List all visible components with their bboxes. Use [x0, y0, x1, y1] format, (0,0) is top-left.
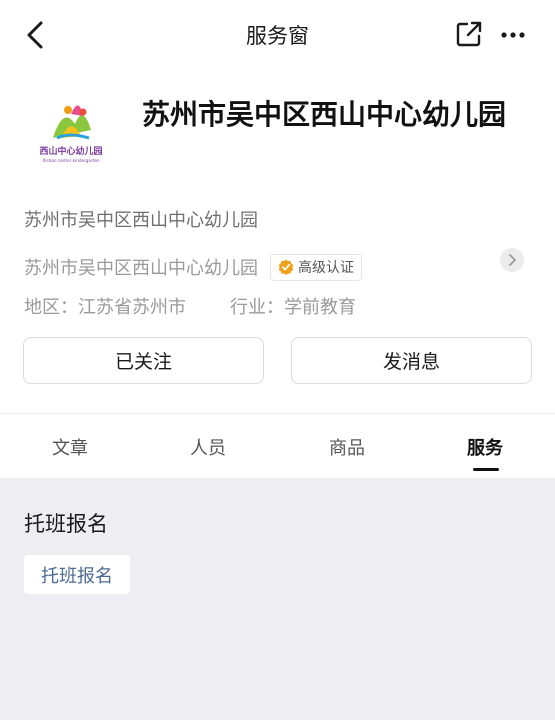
tab-active-indicator	[473, 468, 499, 471]
section-title: 托班报名	[24, 512, 108, 536]
tab-articles[interactable]: 文章	[10, 434, 130, 460]
tab-services-label: 服务	[467, 438, 503, 459]
industry-label: 行业：学前教育	[230, 297, 356, 318]
service-section: 托班报名 托班报名	[0, 478, 555, 720]
logo-text-en: Xishan center kindergarten	[42, 158, 100, 163]
meta-row: 地区：江苏省苏州市 行业：学前教育	[24, 293, 356, 319]
tab-staff[interactable]: 人员	[148, 434, 268, 460]
follow-button[interactable]: 已关注	[23, 337, 264, 384]
cert-row[interactable]: 苏州市吴中区西山中心幼儿园 高级认证	[24, 253, 362, 281]
cert-org-name: 苏州市吴中区西山中心幼儿园	[24, 258, 258, 279]
verified-badge-icon	[278, 259, 294, 275]
logo-text-cn: 西山中心幼儿园	[39, 145, 102, 157]
tab-products[interactable]: 商品	[287, 434, 407, 460]
share-icon[interactable]	[455, 20, 483, 48]
org-subtitle: 苏州市吴中区西山中心幼儿园	[24, 210, 258, 231]
org-name: 苏州市吴中区西山中心幼儿园	[142, 98, 507, 131]
tab-services[interactable]: 服务	[425, 434, 545, 471]
message-button[interactable]: 发消息	[291, 337, 532, 384]
tab-bar: 文章 人员 商品 服务	[0, 414, 555, 478]
cert-badge-label: 高级认证	[298, 260, 354, 276]
cert-badge: 高级认证	[270, 253, 362, 281]
org-logo: 西山中心幼儿园 Xishan center kindergarten	[23, 86, 119, 182]
service-item-enrollment[interactable]: 托班报名	[24, 555, 130, 594]
nav-bar: 服务窗	[0, 0, 555, 70]
more-icon[interactable]	[500, 25, 526, 45]
region-label: 地区：江苏省苏州市	[24, 297, 186, 318]
chevron-right-icon[interactable]	[500, 248, 524, 272]
